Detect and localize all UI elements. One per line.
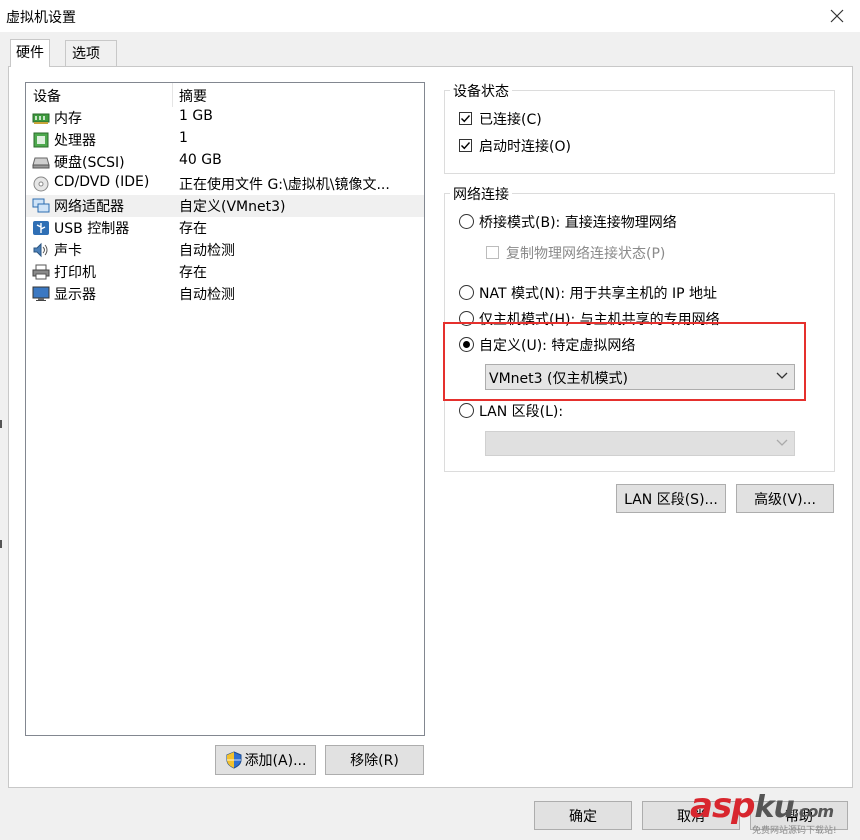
connected-checkbox[interactable] [459,112,472,125]
device-summary: 1 [179,130,188,146]
memory-icon [32,113,50,124]
device-summary: 正在使用文件 G:\虚拟机\镜像文... [179,177,390,193]
hard-disk-icon [32,157,50,169]
remove-hardware-button[interactable]: 移除(R) [325,745,424,775]
tab-options-label: 选项 [72,46,100,62]
device-row-display[interactable]: 显示器 自动检测 [26,283,424,305]
connected-label[interactable]: 已连接(C) [479,109,542,129]
window-title: 虚拟机设置 [6,10,76,26]
printer-icon [32,264,50,280]
display-icon [32,286,50,301]
ok-label: 确定 [569,808,597,825]
connect-at-power-on-label[interactable]: 启动时连接(O) [479,136,571,156]
device-name: 内存 [54,111,82,127]
replicate-state-label[interactable]: 复制物理网络连接状态(P) [506,243,665,263]
device-row-usb-controller[interactable]: USB 控制器 存在 [26,217,424,239]
device-summary: 自定义(VMnet3) [179,199,286,215]
device-summary: 存在 [179,221,207,237]
watermark-subtitle: 免费网站源码下载站! [752,826,837,836]
edge-mark [0,540,2,548]
column-header-device[interactable]: 设备 [33,86,61,106]
device-list[interactable]: 设备 摘要 内存 1 GB 处理器 1 硬盘(SCSI) 40 GB CD/DV… [25,82,425,736]
device-row-printer[interactable]: 打印机 存在 [26,261,424,283]
checkmark-icon [461,115,471,123]
lan-segments-label: LAN 区段(S)... [624,491,718,508]
remove-hardware-label: 移除(R) [350,753,399,769]
lan-segment-label[interactable]: LAN 区段(L): [479,401,563,421]
watermark-logo: aspku.com [690,786,834,826]
device-name: 声卡 [54,243,82,259]
device-row-network-adapter[interactable]: 网络适配器 自定义(VMnet3) [26,195,424,217]
connect-at-power-on-checkbox[interactable] [459,139,472,152]
lan-segment-radio[interactable] [459,403,474,418]
device-summary: 40 GB [179,152,222,168]
tab-hardware-label: 硬件 [16,45,44,61]
device-name: CD/DVD (IDE) [54,174,150,190]
device-name: USB 控制器 [54,221,130,237]
device-status-title: 设备状态 [450,81,512,101]
device-summary: 1 GB [179,108,213,124]
watermark-text-c: .com [793,802,834,821]
lan-segment-select[interactable] [485,431,795,456]
nat-label[interactable]: NAT 模式(N): 用于共享主机的 IP 地址 [479,283,717,303]
device-row-processor[interactable]: 处理器 1 [26,129,424,151]
watermark-text-b: ku [754,790,795,825]
device-name: 网络适配器 [54,199,124,215]
bridged-label[interactable]: 桥接模式(B): 直接连接物理网络 [479,212,677,232]
device-row-memory[interactable]: 内存 1 GB [26,107,424,129]
close-icon [830,9,844,23]
add-hardware-button[interactable]: 添加(A)... [215,745,316,775]
advanced-button[interactable]: 高级(V)... [736,484,834,513]
network-connection-title: 网络连接 [450,184,512,204]
device-row-hard-disk[interactable]: 硬盘(SCSI) 40 GB [26,151,424,173]
device-row-cd-dvd[interactable]: CD/DVD (IDE) 正在使用文件 G:\虚拟机\镜像文... [26,173,424,195]
device-name: 处理器 [54,133,96,149]
highlight-annotation-box [443,322,806,401]
advanced-label: 高级(V)... [754,491,816,508]
device-name: 硬盘(SCSI) [54,155,125,171]
watermark-text-a: asp [690,786,756,826]
tab-hardware[interactable]: 硬件 [10,39,50,67]
uac-shield-icon [226,751,242,769]
device-summary: 存在 [179,265,207,281]
column-header-summary[interactable]: 摘要 [179,86,207,106]
device-list-header: 设备 摘要 [26,83,424,107]
device-name: 显示器 [54,287,96,303]
nat-radio[interactable] [459,285,474,300]
cd-dvd-icon [33,176,49,192]
chevron-down-icon [776,439,788,446]
device-status-group [444,90,835,174]
tab-options[interactable]: 选项 [65,40,117,66]
processor-icon [33,132,49,148]
column-divider[interactable] [172,83,173,107]
device-row-sound-card[interactable]: 声卡 自动检测 [26,239,424,261]
network-adapter-icon [32,198,50,213]
device-summary: 自动检测 [179,243,235,259]
add-hardware-label: 添加(A)... [244,753,307,769]
device-name: 打印机 [54,265,96,281]
bridged-radio[interactable] [459,214,474,229]
sound-card-icon [33,242,48,258]
usb-icon [33,221,49,235]
device-summary: 自动检测 [179,287,235,303]
title-bar: 虚拟机设置 [0,0,860,32]
ok-button[interactable]: 确定 [534,801,632,830]
close-button[interactable] [814,0,860,32]
lan-segments-button[interactable]: LAN 区段(S)... [616,484,726,513]
checkmark-icon [461,142,471,150]
edge-mark [0,420,2,428]
replicate-state-checkbox[interactable] [486,246,499,259]
